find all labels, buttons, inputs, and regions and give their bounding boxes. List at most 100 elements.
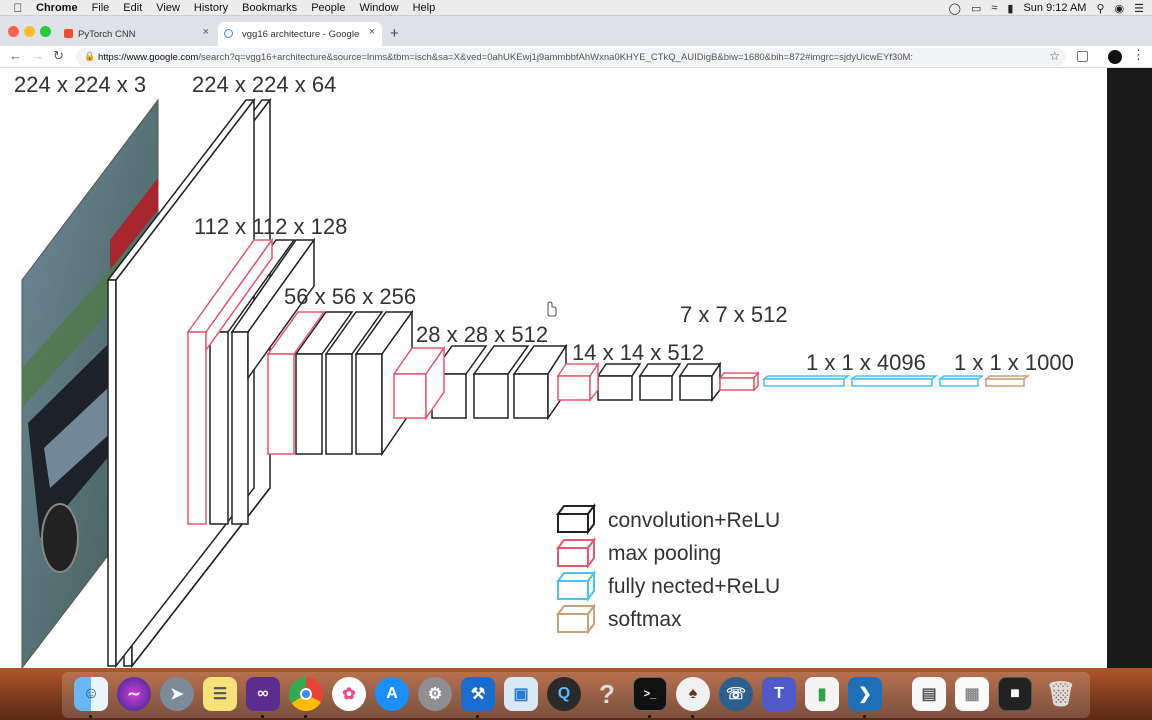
running-indicator [863, 715, 866, 718]
bookmark-star-icon[interactable]: ☆ [1049, 49, 1060, 63]
legend-fc-label: fully nected+ReLU [608, 575, 780, 598]
terminal-icon[interactable]: >_ [633, 677, 667, 711]
system-preferences-icon[interactable]: ⚙ [418, 677, 452, 711]
visual-studio-icon[interactable]: ∞ [246, 677, 280, 711]
label-input: 224 x 224 x 3 [14, 72, 146, 97]
profile-avatar[interactable] [1108, 50, 1122, 64]
vscode-icon[interactable]: ❯ [848, 677, 882, 711]
side-panel [1107, 68, 1152, 668]
app-menu[interactable]: Chrome [36, 2, 78, 14]
label-conv2: 112 x 112 x 128 [194, 214, 347, 239]
forward-icon[interactable]: → [31, 48, 44, 63]
spotlight-icon[interactable]: ⚲ [1096, 2, 1104, 15]
dock: ☺ ∼ ➤ ☰ ∞ ✿ A ⚙ ⚒ ▣ Q ? >_ ♠ ☏ T ▮ ❯ ▤ ▦… [0, 668, 1152, 720]
lock-icon[interactable]: 🔒 [84, 51, 95, 62]
notification-center-icon[interactable]: ☰ [1134, 2, 1144, 15]
vgg16-architecture-diagram: 224 x 224 x 3 224 x 224 x 64 112 x 112 x… [14, 72, 1074, 668]
browser-toolbar: ← → ↻ 🔒 https://www.google.com/search?q=… [0, 46, 1152, 68]
menu-file[interactable]: File [92, 2, 110, 14]
label-pool5: 7 x 7 x 512 [680, 302, 788, 327]
menubar-clock[interactable]: Sun 9:12 AM [1023, 2, 1086, 14]
files-icon[interactable]: ▤ [912, 677, 946, 711]
xcode-icon[interactable]: ⚒ [461, 677, 495, 711]
softmax-layer [983, 375, 1031, 387]
conv3-block [266, 309, 414, 457]
label-conv5: 14 x 14 x 512 [572, 340, 704, 365]
siri-icon[interactable]: ◉ [1115, 2, 1125, 15]
teams-icon[interactable]: T [762, 677, 796, 711]
menu-view[interactable]: View [156, 2, 180, 14]
fc-layers [761, 375, 985, 387]
screenshot-icon[interactable]: ▦ [955, 677, 989, 711]
legend-conv-label: convolution+ReLU [608, 509, 780, 532]
legend-softmax-label: softmax [608, 608, 682, 631]
screen-capture-icon[interactable]: ■ [998, 677, 1032, 711]
running-indicator [691, 715, 694, 718]
menu-bookmarks[interactable]: Bookmarks [242, 2, 297, 14]
label-fc: 1 x 1 x 4096 [806, 350, 926, 375]
legend-fc-swatch [556, 570, 596, 602]
url-path: /search?q=vgg16+architecture&source=lnms… [198, 51, 914, 63]
address-bar[interactable]: 🔒 https://www.google.com/search?q=vgg16+… [76, 48, 1066, 66]
tab-vgg16-architecture[interactable]: vgg16 architecture - Google Se × [218, 22, 382, 46]
tab-strip: PyTorch CNN × vgg16 architecture - Googl… [0, 16, 1152, 46]
menu-edit[interactable]: Edit [123, 2, 142, 14]
notes-icon[interactable]: ☰ [203, 677, 237, 711]
cursor-icon [547, 301, 557, 317]
quicktime-icon[interactable]: Q [547, 677, 581, 711]
back-icon[interactable]: ← [9, 48, 22, 63]
running-indicator [304, 715, 307, 718]
running-indicator [476, 715, 479, 718]
help-icon[interactable]: ? [590, 677, 624, 711]
squirrel-icon[interactable]: ♠ [676, 677, 710, 711]
tab-pytorch-cnn[interactable]: PyTorch CNN × [58, 22, 216, 46]
label-conv1: 224 x 224 x 64 [192, 72, 336, 97]
menu-history[interactable]: History [194, 2, 228, 14]
legend: convolution+ReLU max pooling fully necte… [556, 503, 780, 635]
minimize-window-icon[interactable] [24, 26, 35, 37]
apple-icon[interactable]:  [0, 1, 36, 15]
pool5-block [718, 370, 760, 392]
legend-softmax-swatch [556, 603, 596, 635]
conv4-block [392, 343, 568, 421]
trash-icon[interactable]: 🗑 [1044, 677, 1078, 711]
extension-icon[interactable] [1077, 51, 1088, 62]
battery-icon[interactable]: ▮ [1007, 2, 1013, 15]
legend-pool-label: max pooling [608, 542, 721, 565]
close-tab-icon[interactable]: × [369, 26, 375, 38]
reload-icon[interactable]: ↻ [53, 48, 64, 64]
numbers-icon[interactable]: ▮ [805, 677, 839, 711]
google-favicon-icon [224, 29, 233, 38]
launchpad-icon[interactable]: ➤ [160, 677, 194, 711]
image-viewer: 224 x 224 x 3 224 x 224 x 64 112 x 112 x… [0, 68, 1107, 668]
siri-icon[interactable]: ∼ [117, 677, 151, 711]
close-window-icon[interactable] [8, 26, 19, 37]
conv5-block [556, 361, 722, 403]
menu-bar:  Chrome File Edit View History Bookmark… [0, 0, 1152, 16]
legend-pool-swatch [556, 537, 596, 569]
chrome-icon[interactable] [289, 677, 323, 711]
photos-icon[interactable]: ✿ [332, 677, 366, 711]
new-tab-button[interactable]: + [390, 25, 399, 42]
running-indicator [89, 715, 92, 718]
wifi-icon[interactable]: ≈ [991, 2, 997, 14]
finder-icon[interactable]: ☺ [74, 677, 108, 711]
menu-window[interactable]: Window [359, 2, 398, 14]
legend-conv-swatch [556, 503, 596, 535]
close-tab-icon[interactable]: × [203, 26, 209, 38]
label-output: 1 x 1 x 1000 [954, 350, 1074, 375]
pytorch-favicon-icon [64, 29, 73, 38]
airplay-icon[interactable]: ▭ [971, 2, 981, 15]
zoom-window-icon[interactable] [40, 26, 51, 37]
app-store-icon[interactable]: A [375, 677, 409, 711]
support-icon[interactable]: ☏ [719, 677, 753, 711]
menu-people[interactable]: People [311, 2, 345, 14]
notification-icon[interactable]: ◯ [949, 2, 961, 15]
tab-title: vgg16 architecture - Google Se [242, 28, 362, 40]
running-indicator [648, 715, 651, 718]
menu-help[interactable]: Help [413, 2, 436, 14]
more-menu-icon[interactable]: ⋮ [1132, 47, 1145, 63]
label-conv4: 28 x 28 x 512 [416, 322, 548, 347]
label-conv3: 56 x 56 x 256 [284, 284, 416, 309]
preview-icon[interactable]: ▣ [504, 677, 538, 711]
